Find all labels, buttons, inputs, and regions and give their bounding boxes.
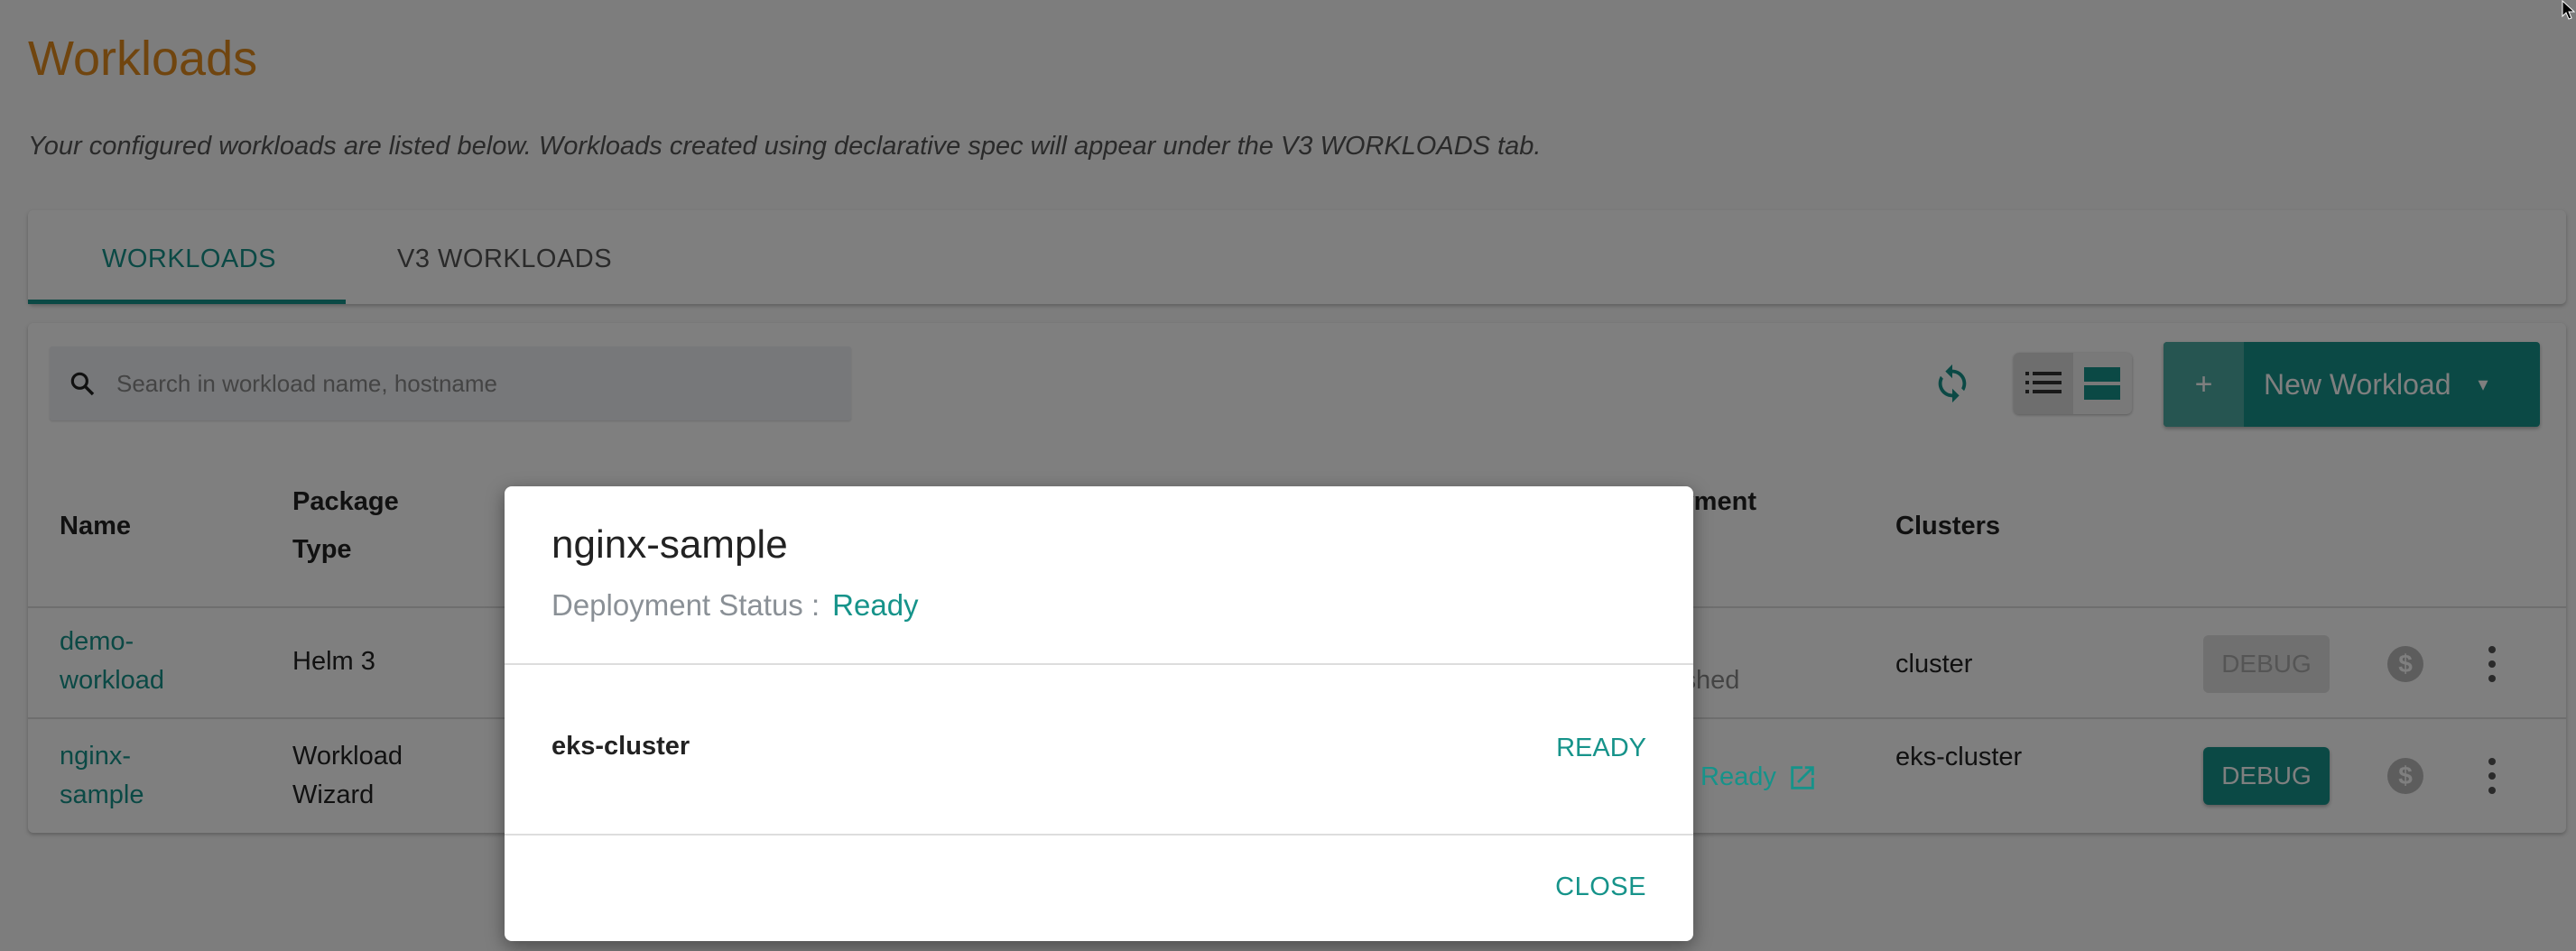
dialog-divider	[505, 834, 1693, 836]
close-button[interactable]: CLOSE	[1555, 873, 1646, 902]
status-label: Deployment Status :	[551, 588, 820, 622]
deployment-status-link[interactable]: Ready	[1700, 758, 1818, 797]
deployment-status-dialog: nginx-sample Deployment Status : Ready ek…	[505, 486, 1693, 941]
external-link-icon	[1791, 765, 1814, 789]
dialog-status: Deployment Status : Ready	[551, 588, 919, 623]
dialog-title: nginx-sample	[551, 522, 788, 567]
status-value: Ready	[832, 588, 919, 622]
dialog-divider	[505, 663, 1693, 665]
cluster-status: READY	[1556, 734, 1646, 762]
cluster-name: eks-cluster	[551, 732, 690, 761]
status-text: Ready	[1700, 762, 1776, 791]
mouse-cursor-icon	[2562, 0, 2576, 20]
